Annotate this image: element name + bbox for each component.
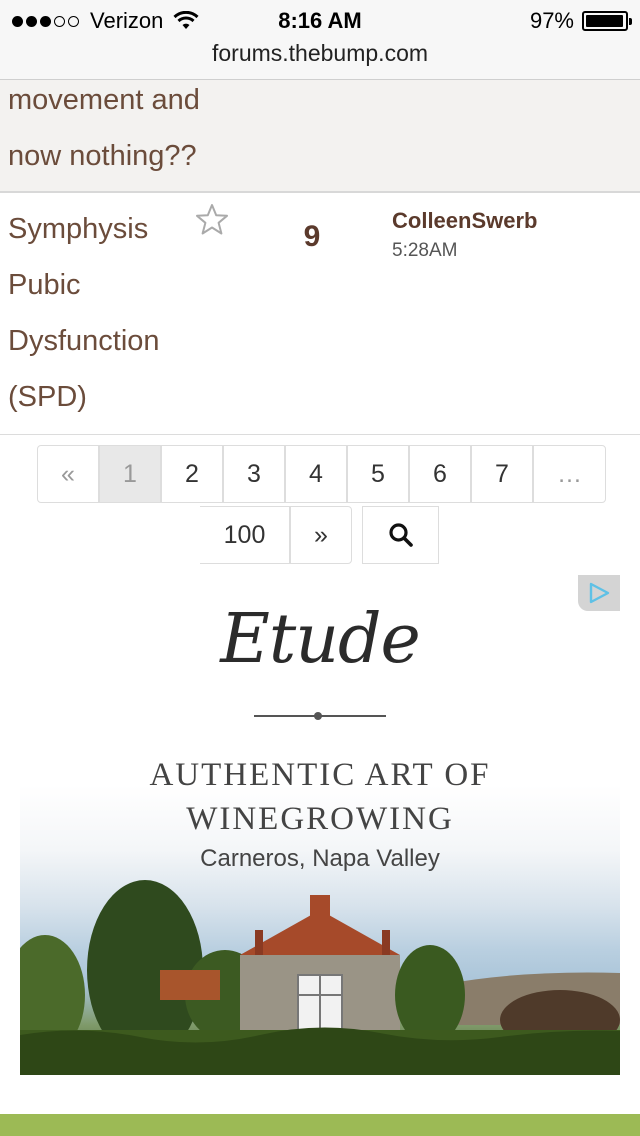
next-page-button[interactable]: » [290, 506, 352, 564]
battery-percent: 97% [529, 8, 574, 33]
page-4-button[interactable]: 4 [285, 445, 347, 503]
last-poster-link[interactable]: ColleenSwerb [392, 208, 537, 234]
star-icon[interactable] [195, 203, 229, 237]
url-bar[interactable]: forums.thebump.com [0, 40, 640, 67]
ad-subtitle: Carneros, Napa Valley [200, 845, 440, 872]
logo-divider [254, 712, 386, 720]
page-3-button[interactable]: 3 [223, 445, 285, 503]
ad-headline: AUTHENTIC ART OF WINEGROWING [20, 753, 620, 841]
pagination: « 1 2 3 4 5 6 7 … 100 » [0, 445, 640, 565]
topic-row[interactable]: movement and now nothing?? [0, 80, 640, 193]
page-6-button[interactable]: 6 [409, 445, 471, 503]
topic-title-line[interactable]: now nothing?? [8, 128, 308, 184]
footer-bar [0, 1114, 640, 1136]
search-button[interactable] [362, 506, 439, 564]
topic-title-line[interactable]: Pubic [8, 257, 198, 313]
carrier-name: Verizon [90, 8, 164, 33]
topic-title[interactable]: Symphysis Pubic Dysfunction (SPD) [8, 201, 198, 425]
page-5-button[interactable]: 5 [347, 445, 409, 503]
battery-icon [582, 11, 632, 31]
carrier-signal: Verizon [12, 8, 199, 34]
ad-headline-line: WINEGROWING [186, 801, 454, 837]
battery-status: 97% [529, 8, 632, 34]
topic-title-line[interactable]: Dysfunction [8, 313, 198, 369]
page-1-button[interactable]: 1 [99, 445, 161, 503]
winery-photo [20, 880, 620, 1075]
topic-title-line[interactable]: movement and [8, 72, 308, 128]
ad-headline-line: AUTHENTIC ART OF [149, 757, 491, 793]
last-post-time: 5:28AM [392, 240, 458, 261]
ellipsis: … [533, 445, 606, 503]
signal-strength-icon [12, 15, 82, 27]
topic-title-line[interactable]: (SPD) [8, 369, 198, 425]
status-bar: Verizon 8:16 AM 97% forums.thebump.com [0, 0, 640, 80]
page-2-button[interactable]: 2 [161, 445, 223, 503]
advertisement[interactable]: Etude AUTHENTIC ART OF WINEGROWING Carne… [20, 575, 620, 1075]
reply-count: 9 [303, 220, 321, 253]
wifi-icon [173, 11, 199, 29]
search-icon [388, 523, 413, 547]
topic-title[interactable]: movement and now nothing?? [8, 72, 308, 184]
prev-page-button[interactable]: « [37, 445, 99, 503]
page-7-button[interactable]: 7 [471, 445, 533, 503]
ad-brand-logo: Etude [220, 600, 421, 679]
last-page-button[interactable]: 100 [200, 506, 290, 564]
topic-title-line[interactable]: Symphysis [8, 201, 198, 257]
